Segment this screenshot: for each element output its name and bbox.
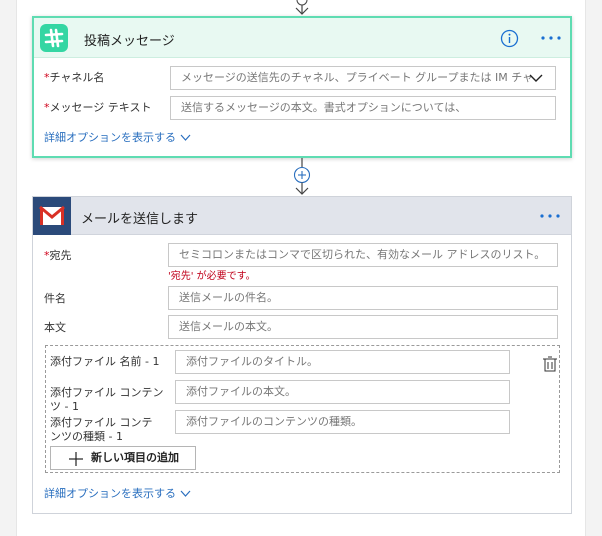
add-step-icon[interactable] [290,158,314,196]
delete-icon[interactable] [542,356,558,372]
message-label: *メッセージ テキスト [44,101,152,114]
attachments-group: 添付ファイル 名前 - 1 添付ファイルのタイトル。 添付ファイル コンテンツ … [45,345,560,473]
more-icon[interactable] [539,28,563,48]
channel-placeholder: メッセージの送信先のチャネル、プライベート グループまたは IM チャ [181,71,534,84]
chevron-down-icon[interactable] [529,73,543,83]
card-title: メールを送信します [81,212,199,227]
to-placeholder: セミコロンまたはコンマで区切られた、有効なメール アドレスのリスト。 [179,248,546,261]
chevron-down-icon [180,134,191,141]
chevron-down-icon [180,490,191,497]
to-label: *宛先 [44,249,72,262]
to-input[interactable]: セミコロンまたはコンマで区切られた、有効なメール アドレスのリスト。 [168,243,558,267]
attachment-content-placeholder: 添付ファイルの本文。 [186,385,296,398]
subject-input[interactable]: 送信メールの件名。 [168,286,558,310]
info-icon[interactable] [500,29,519,48]
slack-post-message-card[interactable]: 投稿メッセージ *チャネル名 メッセージの送信先のチャネル、プライベート グルー… [32,16,572,158]
attachment-content-input[interactable]: 添付ファイルの本文。 [175,380,510,404]
channel-label: *チャネル名 [44,71,105,84]
advanced-options-link[interactable]: 詳細オプションを表示する [44,131,191,145]
body-input[interactable]: 送信メールの本文。 [168,315,558,339]
card-header[interactable]: 投稿メッセージ [34,18,570,58]
message-input[interactable]: 送信するメッセージの本文。書式オプションについては、 [170,96,556,120]
card-header[interactable]: メールを送信します [33,197,571,235]
slack-icon [40,24,68,52]
more-icon[interactable] [538,206,562,226]
gmail-icon [33,197,71,235]
body-placeholder: 送信メールの本文。 [179,320,278,333]
attachment-name-label: 添付ファイル 名前 - 1 [50,355,160,368]
attachment-name-placeholder: 添付ファイルのタイトル。 [186,355,318,368]
subject-label: 件名 [44,292,66,305]
advanced-options-link[interactable]: 詳細オプションを表示する [44,487,191,501]
to-error-message: '宛先' が必要です。 [168,271,256,282]
subject-placeholder: 送信メールの件名。 [179,291,278,304]
message-placeholder: 送信するメッセージの本文。書式オプションについては、 [181,101,467,114]
attachment-name-input[interactable]: 添付ファイルのタイトル。 [175,350,510,374]
body-label: 本文 [44,321,66,334]
card-title: 投稿メッセージ [84,34,175,49]
channel-select[interactable]: メッセージの送信先のチャネル、プライベート グループまたは IM チャ [170,66,556,90]
add-new-item-label: 新しい項目の追加 [91,451,179,464]
attachment-content-type-placeholder: 添付ファイルのコンテンツの種類。 [186,415,362,428]
add-new-item-button[interactable]: 新しい項目の追加 [50,446,196,470]
attachment-content-type-label: 添付ファイル コンテ ンツの種類 - 1 [50,416,153,443]
attachment-content-type-input[interactable]: 添付ファイルのコンテンツの種類。 [175,410,510,434]
gmail-send-email-card[interactable]: メールを送信します *宛先 セミコロンまたはコンマで区切られた、有効なメール ア… [32,196,572,514]
arrow-down-icon [295,0,309,15]
plus-icon [69,452,83,466]
attachment-content-label: 添付ファイル コンテンツ - 1 [50,386,164,413]
